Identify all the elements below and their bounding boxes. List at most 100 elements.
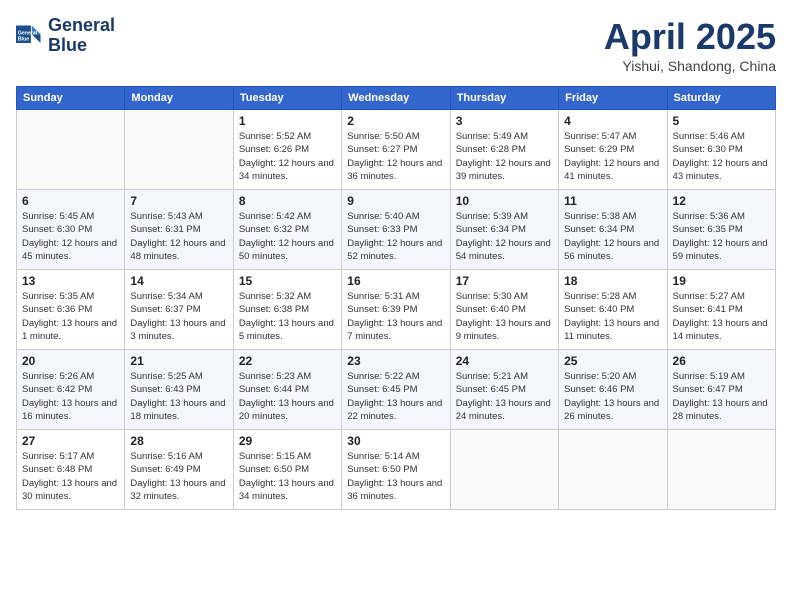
calendar-day-cell: 13 Sunrise: 5:35 AMSunset: 6:36 PMDayligh… <box>17 270 125 350</box>
day-info: Sunrise: 5:21 AMSunset: 6:45 PMDaylight:… <box>456 370 553 423</box>
calendar-day-cell: 11 Sunrise: 5:38 AMSunset: 6:34 PMDayligh… <box>559 190 667 270</box>
day-number: 13 <box>22 274 119 288</box>
calendar-day-cell: 20Sunrise: 5:26 AMSunset: 6:42 PMDayligh… <box>17 350 125 430</box>
calendar-day-cell <box>17 110 125 190</box>
day-info: Sunrise: 5:40 AMSunset: 6:33 PMDaylight:… <box>347 210 444 263</box>
day-number: 16 <box>347 274 444 288</box>
calendar-day-cell: 28 Sunrise: 5:16 AMSunset: 6:49 PMDayligh… <box>125 430 233 510</box>
day-info: Sunrise: 5:20 AMSunset: 6:46 PMDaylight:… <box>564 370 661 423</box>
calendar-week-row: 6 Sunrise: 5:45 AMSunset: 6:30 PMDaylight… <box>17 190 776 270</box>
calendar-day-cell: 12 Sunrise: 5:36 AMSunset: 6:35 PMDayligh… <box>667 190 775 270</box>
day-number: 28 <box>130 434 227 448</box>
weekday-header: Monday <box>125 87 233 110</box>
logo-icon: General Blue <box>16 22 44 50</box>
weekday-header: Thursday <box>450 87 558 110</box>
day-number: 23 <box>347 354 444 368</box>
calendar-header: SundayMondayTuesdayWednesdayThursdayFrid… <box>17 87 776 110</box>
day-info: Sunrise: 5:39 AMSunset: 6:34 PMDaylight:… <box>456 210 553 263</box>
weekday-header: Tuesday <box>233 87 341 110</box>
day-number: 25 <box>564 354 661 368</box>
calendar-day-cell: 17 Sunrise: 5:30 AMSunset: 6:40 PMDayligh… <box>450 270 558 350</box>
calendar-day-cell: 16 Sunrise: 5:31 AMSunset: 6:39 PMDayligh… <box>342 270 450 350</box>
calendar-day-cell: 23 Sunrise: 5:22 AMSunset: 6:45 PMDayligh… <box>342 350 450 430</box>
title-block: April 2025 Yishui, Shandong, China <box>604 16 776 74</box>
day-info: Sunrise: 5:50 AMSunset: 6:27 PMDaylight:… <box>347 130 444 183</box>
day-number: 12 <box>673 194 770 208</box>
calendar-day-cell: 3 Sunrise: 5:49 AMSunset: 6:28 PMDaylight… <box>450 110 558 190</box>
location: Yishui, Shandong, China <box>604 58 776 74</box>
month-title: April 2025 <box>604 16 776 58</box>
day-number: 5 <box>673 114 770 128</box>
calendar-day-cell: 14 Sunrise: 5:34 AMSunset: 6:37 PMDayligh… <box>125 270 233 350</box>
day-number: 29 <box>239 434 336 448</box>
day-number: 27 <box>22 434 119 448</box>
weekday-header: Wednesday <box>342 87 450 110</box>
calendar-week-row: 1 Sunrise: 5:52 AMSunset: 6:26 PMDaylight… <box>17 110 776 190</box>
calendar-table: SundayMondayTuesdayWednesdayThursdayFrid… <box>16 86 776 510</box>
day-info: Sunrise: 5:27 AMSunset: 6:41 PMDaylight:… <box>673 290 770 343</box>
calendar-day-cell: 26Sunrise: 5:19 AMSunset: 6:47 PMDayligh… <box>667 350 775 430</box>
day-info: Sunrise: 5:34 AMSunset: 6:37 PMDaylight:… <box>130 290 227 343</box>
day-info: Sunrise: 5:30 AMSunset: 6:40 PMDaylight:… <box>456 290 553 343</box>
calendar-day-cell: 5Sunrise: 5:46 AMSunset: 6:30 PMDaylight… <box>667 110 775 190</box>
day-number: 11 <box>564 194 661 208</box>
svg-text:Blue: Blue <box>18 36 29 42</box>
weekday-row: SundayMondayTuesdayWednesdayThursdayFrid… <box>17 87 776 110</box>
calendar-day-cell: 25 Sunrise: 5:20 AMSunset: 6:46 PMDayligh… <box>559 350 667 430</box>
calendar-day-cell: 4 Sunrise: 5:47 AMSunset: 6:29 PMDaylight… <box>559 110 667 190</box>
weekday-header: Saturday <box>667 87 775 110</box>
day-number: 15 <box>239 274 336 288</box>
day-number: 8 <box>239 194 336 208</box>
calendar-day-cell: 2 Sunrise: 5:50 AMSunset: 6:27 PMDaylight… <box>342 110 450 190</box>
day-number: 14 <box>130 274 227 288</box>
calendar-day-cell: 19 Sunrise: 5:27 AMSunset: 6:41 PMDayligh… <box>667 270 775 350</box>
day-info: Sunrise: 5:38 AMSunset: 6:34 PMDaylight:… <box>564 210 661 263</box>
calendar-day-cell: 24 Sunrise: 5:21 AMSunset: 6:45 PMDayligh… <box>450 350 558 430</box>
day-info: Sunrise: 5:22 AMSunset: 6:45 PMDaylight:… <box>347 370 444 423</box>
day-number: 18 <box>564 274 661 288</box>
calendar-day-cell: 21Sunrise: 5:25 AMSunset: 6:43 PMDayligh… <box>125 350 233 430</box>
weekday-header: Sunday <box>17 87 125 110</box>
day-info: Sunrise: 5:47 AMSunset: 6:29 PMDaylight:… <box>564 130 661 183</box>
day-number: 4 <box>564 114 661 128</box>
calendar-body: 1 Sunrise: 5:52 AMSunset: 6:26 PMDaylight… <box>17 110 776 510</box>
calendar-week-row: 13 Sunrise: 5:35 AMSunset: 6:36 PMDayligh… <box>17 270 776 350</box>
day-number: 9 <box>347 194 444 208</box>
day-number: 17 <box>456 274 553 288</box>
day-info: Sunrise: 5:31 AMSunset: 6:39 PMDaylight:… <box>347 290 444 343</box>
day-number: 19 <box>673 274 770 288</box>
day-info: Sunrise: 5:23 AMSunset: 6:44 PMDaylight:… <box>239 370 336 423</box>
logo: General Blue General Blue <box>16 16 115 56</box>
day-number: 6 <box>22 194 119 208</box>
calendar-day-cell: 15Sunrise: 5:32 AMSunset: 6:38 PMDayligh… <box>233 270 341 350</box>
calendar-day-cell: 18Sunrise: 5:28 AMSunset: 6:40 PMDayligh… <box>559 270 667 350</box>
calendar-day-cell: 22 Sunrise: 5:23 AMSunset: 6:44 PMDayligh… <box>233 350 341 430</box>
day-number: 3 <box>456 114 553 128</box>
calendar-day-cell: 7Sunrise: 5:43 AMSunset: 6:31 PMDaylight… <box>125 190 233 270</box>
day-number: 22 <box>239 354 336 368</box>
day-info: Sunrise: 5:45 AMSunset: 6:30 PMDaylight:… <box>22 210 119 263</box>
calendar-day-cell <box>125 110 233 190</box>
day-info: Sunrise: 5:52 AMSunset: 6:26 PMDaylight:… <box>239 130 336 183</box>
day-info: Sunrise: 5:49 AMSunset: 6:28 PMDaylight:… <box>456 130 553 183</box>
day-number: 7 <box>130 194 227 208</box>
day-info: Sunrise: 5:35 AMSunset: 6:36 PMDaylight:… <box>22 290 119 343</box>
day-number: 1 <box>239 114 336 128</box>
calendar-day-cell <box>450 430 558 510</box>
calendar-day-cell <box>667 430 775 510</box>
page-header: General Blue General Blue April 2025 Yis… <box>16 16 776 74</box>
day-info: Sunrise: 5:36 AMSunset: 6:35 PMDaylight:… <box>673 210 770 263</box>
day-number: 24 <box>456 354 553 368</box>
day-number: 2 <box>347 114 444 128</box>
day-number: 26 <box>673 354 770 368</box>
calendar-day-cell: 29 Sunrise: 5:15 AMSunset: 6:50 PMDayligh… <box>233 430 341 510</box>
day-info: Sunrise: 5:17 AMSunset: 6:48 PMDaylight:… <box>22 450 119 503</box>
logo-line1: General <box>48 16 115 36</box>
day-number: 10 <box>456 194 553 208</box>
calendar-day-cell: 9 Sunrise: 5:40 AMSunset: 6:33 PMDaylight… <box>342 190 450 270</box>
day-info: Sunrise: 5:15 AMSunset: 6:50 PMDaylight:… <box>239 450 336 503</box>
day-info: Sunrise: 5:16 AMSunset: 6:49 PMDaylight:… <box>130 450 227 503</box>
day-info: Sunrise: 5:26 AMSunset: 6:42 PMDaylight:… <box>22 370 119 423</box>
logo-line2: Blue <box>48 36 115 56</box>
day-info: Sunrise: 5:25 AMSunset: 6:43 PMDaylight:… <box>130 370 227 423</box>
